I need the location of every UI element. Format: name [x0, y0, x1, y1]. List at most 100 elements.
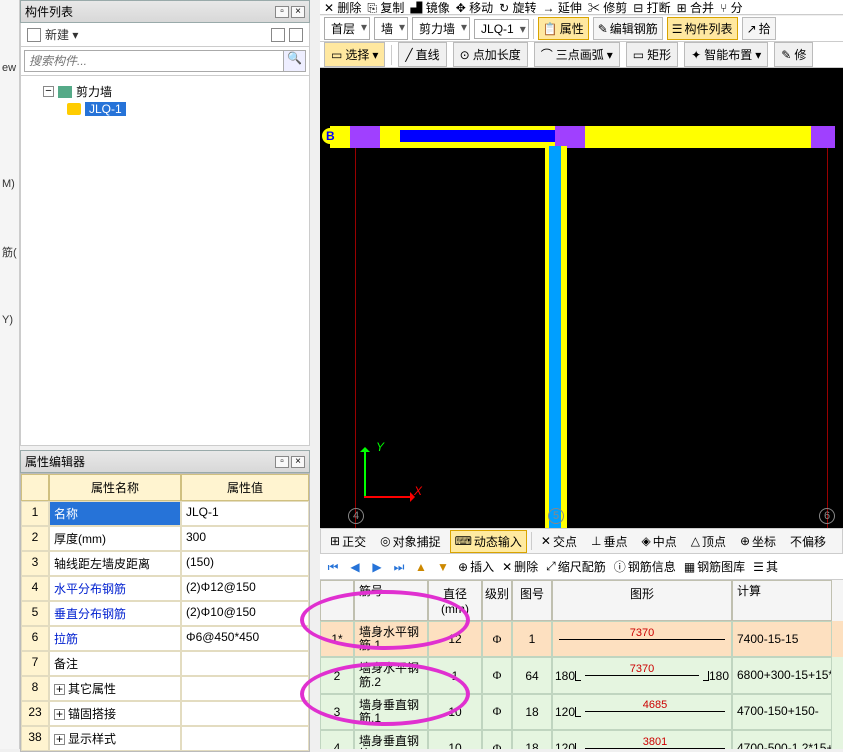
grid-6: 6	[819, 508, 835, 524]
prop-row[interactable]: 4水平分布钢筋(2)Φ12@150	[21, 576, 309, 601]
new-button[interactable]: 新建	[45, 26, 78, 43]
osnap-toggle[interactable]: ◎ 对象捕捉	[375, 530, 446, 553]
copy2-icon[interactable]	[289, 28, 303, 42]
subcategory-combo[interactable]: 剪力墙	[412, 17, 470, 40]
floor-combo[interactable]: 首层	[324, 17, 370, 40]
tree-member-jlq1[interactable]: JLQ-1	[85, 102, 126, 116]
col-name: 属性名称	[49, 474, 181, 501]
member-tree[interactable]: − 剪力墙 JLQ-1	[20, 76, 310, 446]
drawing-viewport[interactable]: B Y X 4 5 6	[320, 68, 843, 528]
rotate-button[interactable]: ↻ 旋转	[499, 0, 536, 15]
wall-vertical[interactable]	[545, 146, 567, 528]
close-icon[interactable]: ×	[291, 6, 305, 18]
tree-collapse-icon[interactable]: −	[43, 86, 54, 97]
gutter-label: Y)	[0, 312, 19, 328]
line-button[interactable]: ╱直线	[398, 42, 446, 67]
nav-up[interactable]: ▲	[414, 560, 428, 574]
nav-last[interactable]: ⏭	[392, 560, 406, 574]
edit-toolbar: ✕ 删除 ⎘ 复制 ▟ 镜像 ✥ 移动 ↻ 旋转 → 延伸 ✂ 修剪 ⊟ 打断 …	[320, 0, 843, 15]
axis-x	[364, 496, 414, 498]
prop-row[interactable]: 8+其它属性	[21, 676, 309, 701]
gutter-label: ew	[0, 60, 19, 76]
insert-button[interactable]: ⊕ 插入	[458, 558, 494, 575]
pin-icon[interactable]: ▫	[275, 6, 289, 18]
grid-5: 5	[548, 508, 564, 524]
snap-apex[interactable]: △ 顶点	[686, 530, 731, 553]
three-arc-button[interactable]: ⌒三点画弧▾	[534, 42, 620, 67]
edit-rebar-button[interactable]: ✎编辑钢筋	[593, 17, 663, 40]
coord-toggle[interactable]: ⊕ 坐标	[735, 530, 781, 553]
draw-bar: ▭选择▾ ╱直线 ⊙点加长度 ⌒三点画弧▾ ▭矩形 ✦智能布置▾ ✎修	[320, 42, 843, 68]
prop-row[interactable]: 7备注	[21, 651, 309, 676]
dyninput-toggle[interactable]: ⌨ 动态输入	[450, 530, 527, 553]
property-editor-header: 属性编辑器 ▫ ×	[20, 450, 310, 473]
col-rebar-name: 筋号	[354, 580, 428, 621]
close-icon[interactable]: ×	[291, 456, 305, 468]
col-calc: 计算	[732, 580, 832, 621]
split-button[interactable]: ⑂ 分	[720, 0, 743, 15]
prop-row[interactable]: 38+显示样式	[21, 726, 309, 751]
tree-root-label[interactable]: 剪力墙	[76, 83, 112, 100]
context-bar: 首层 墙 剪力墙 JLQ-1 📋属性 ✎编辑钢筋 ☰构件列表 ↗拾	[320, 16, 843, 42]
rect-button[interactable]: ▭矩形	[626, 42, 678, 67]
prop-row[interactable]: 3轴线距左墙皮距离(150)	[21, 551, 309, 576]
prop-row[interactable]: 5垂直分布钢筋(2)Φ10@150	[21, 601, 309, 626]
gutter-label: M)	[0, 176, 19, 192]
move-button[interactable]: ✥ 移动	[456, 0, 493, 15]
noshift-label[interactable]: 不偏移	[785, 530, 831, 553]
axis-y	[364, 448, 366, 498]
category-combo[interactable]: 墙	[374, 17, 408, 40]
member-list-button[interactable]: ☰构件列表	[667, 17, 738, 40]
nav-next[interactable]: ▶	[370, 560, 384, 574]
mirror-button[interactable]: ▟ 镜像	[410, 0, 449, 15]
rebar-row[interactable]: 2墙身水平钢筋.21Φ6418073701806800+300-15+15*d	[320, 657, 843, 693]
pin-icon[interactable]: ▫	[275, 456, 289, 468]
col-diameter: 直径(mm)	[428, 580, 482, 621]
rebar-table[interactable]: 筋号 直径(mm) 级别 图号 图形 计算 1*墙身水平钢筋.112Φ17370…	[320, 580, 843, 749]
prop-row[interactable]: 23+锚固搭接	[21, 701, 309, 726]
copy-button[interactable]: ⎘ 复制	[367, 0, 404, 15]
prop-row[interactable]: 6拉筋Φ6@450*450	[21, 626, 309, 651]
rebar-row[interactable]: 4墙身垂直钢筋.210Φ1812038014700-500-1.2*15+12*…	[320, 730, 843, 749]
nav-down[interactable]: ▼	[436, 560, 450, 574]
pick-button[interactable]: ↗拾	[742, 17, 776, 40]
search-input[interactable]	[24, 50, 284, 72]
wall-horizontal[interactable]	[330, 126, 835, 148]
nav-first[interactable]: ⏮	[326, 560, 340, 574]
point-extend-button[interactable]: ⊙点加长度	[453, 42, 528, 67]
delete-row-button[interactable]: ✕ 删除	[502, 558, 538, 575]
smart-layout-button[interactable]: ✦智能布置▾	[684, 42, 768, 67]
merge-button[interactable]: ⊞ 合并	[677, 0, 714, 15]
prop-row[interactable]: 2厚度(mm)300	[21, 526, 309, 551]
rebar-row[interactable]: 1*墙身水平钢筋.112Φ173707400-15-15	[320, 621, 843, 657]
snap-intersection[interactable]: ✕ 交点	[536, 530, 582, 553]
rebar-info-button[interactable]: ⓘ 钢筋信息	[614, 558, 676, 575]
trim-button[interactable]: ✂ 修剪	[588, 0, 627, 15]
grid-4: 4	[348, 508, 364, 524]
other-button[interactable]: ☰ 其	[753, 558, 778, 575]
select-button[interactable]: ▭选择▾	[324, 42, 385, 67]
search-button[interactable]: 🔍	[284, 50, 306, 72]
nav-prev[interactable]: ◀	[348, 560, 362, 574]
ortho-toggle[interactable]: ⊞ 正交	[325, 530, 371, 553]
edit-button[interactable]: ✎修	[774, 42, 813, 67]
scale-rebar-button[interactable]: ⤢ 缩尺配筋	[546, 558, 606, 575]
axis-y-label: Y	[376, 440, 384, 454]
member-icon	[67, 103, 81, 115]
prop-row[interactable]: 1名称JLQ-1	[21, 501, 309, 526]
rebar-lib-button[interactable]: ▦ 钢筋图库	[684, 558, 745, 575]
copy-icon[interactable]	[271, 28, 285, 42]
extend-button[interactable]: → 延伸	[543, 0, 582, 15]
col-shape: 图形	[552, 580, 732, 621]
node-b-badge: B	[322, 128, 339, 144]
property-grid[interactable]: 属性名称 属性值 1名称JLQ-12厚度(mm)3003轴线距左墙皮距离(150…	[20, 473, 310, 752]
member-combo[interactable]: JLQ-1	[474, 19, 529, 39]
rebar-row[interactable]: 3墙身垂直钢筋.110Φ1812046854700-150+150-	[320, 694, 843, 730]
delete-button[interactable]: ✕ 删除	[324, 0, 361, 15]
col-value: 属性值	[181, 474, 309, 501]
property-button[interactable]: 📋属性	[538, 17, 589, 40]
snap-perpendicular[interactable]: ⊥ 垂点	[586, 530, 632, 553]
snap-midpoint[interactable]: ◈ 中点	[636, 530, 681, 553]
col-grade: 级别	[482, 580, 512, 621]
break-button[interactable]: ⊟ 打断	[633, 0, 670, 15]
